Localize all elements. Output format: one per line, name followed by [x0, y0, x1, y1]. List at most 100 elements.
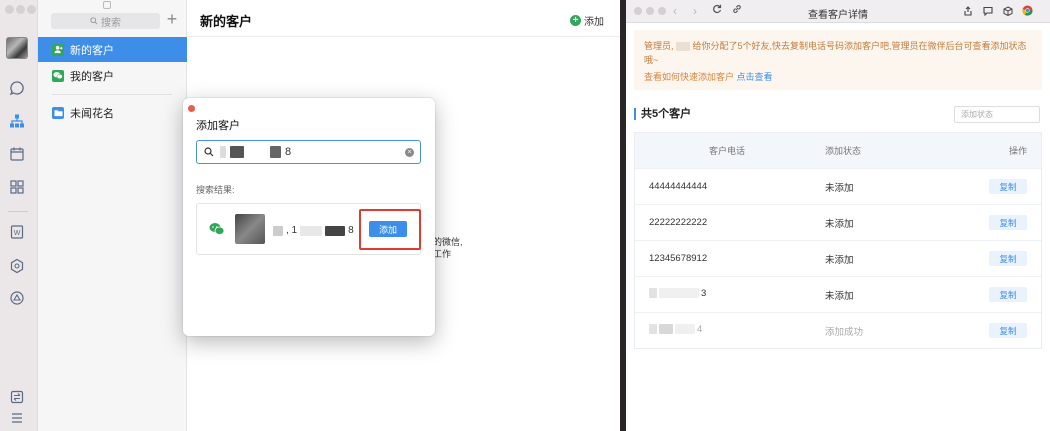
- transfer-icon[interactable]: [9, 389, 25, 405]
- menu-icon[interactable]: [9, 410, 25, 426]
- masked-text: [300, 225, 323, 236]
- add-customer-button[interactable]: + 添加: [570, 13, 604, 28]
- result-name-part: 8: [348, 225, 354, 236]
- phone-search-input[interactable]: 8 ×: [196, 140, 421, 164]
- copy-button[interactable]: 复制: [989, 287, 1027, 302]
- column-header: 客户电话: [709, 146, 746, 156]
- notice-text: 给你分配了5个好友,快去复制电话号码添加客户吧,管理员在微伴后台可查看添加状态哦…: [644, 41, 1027, 65]
- customer-detail-window: ‹ › 查看客户详情 管理员, 给你分配了5个好友,快去复制电话号码添加客户吧,…: [626, 0, 1050, 431]
- masked-text: [270, 146, 281, 158]
- column-header: 操作: [1008, 146, 1027, 156]
- sidebar-item-label: 未闻花名: [70, 107, 114, 120]
- customer-count: 共5个客户: [634, 108, 691, 120]
- masked-text: [220, 146, 226, 158]
- masked-text: [273, 225, 283, 236]
- status-cell: 未添加: [825, 218, 854, 230]
- share-icon[interactable]: [962, 5, 973, 16]
- sidebar-divider: [52, 94, 172, 95]
- sidebar-item-label: 新的客户: [70, 44, 114, 57]
- wechat-icon: [209, 223, 225, 235]
- result-name: , 1 8: [273, 225, 354, 236]
- status-filter-select[interactable]: 添加状态: [954, 106, 1040, 123]
- phone-suffix: 4: [697, 323, 703, 335]
- phone-cell: 4: [635, 324, 801, 338]
- phone-suffix: 3: [701, 287, 707, 299]
- copy-button[interactable]: 复制: [989, 215, 1027, 230]
- wechat-icon: [52, 69, 64, 82]
- svg-text:W: W: [14, 230, 21, 237]
- table-row: 3 未添加 复制: [635, 276, 1041, 312]
- sidebar-item-new-customers[interactable]: 新的客户: [38, 37, 187, 62]
- result-avatar: [235, 214, 265, 244]
- chat-icon[interactable]: [9, 80, 25, 96]
- dialog-title: 添加客户: [196, 120, 240, 132]
- table-row: 4 添加成功 复制: [635, 312, 1041, 348]
- notice-prefix: 管理员,: [644, 41, 674, 51]
- notice-help-text: 查看如何快速添加客户: [644, 72, 735, 82]
- search-placeholder: 搜索: [101, 17, 121, 29]
- hint-line-1: 的微信,: [433, 237, 463, 247]
- search-icon: [90, 17, 98, 25]
- wecom-window: W 搜索 + 新的客户 我的客户 未闻花名 新的客户 + 添加 的微信, 工作 …: [0, 0, 620, 431]
- chrome-icon[interactable]: [1022, 5, 1033, 16]
- notice-help: 查看如何快速添加客户 点击查看: [644, 70, 1032, 84]
- add-button[interactable]: 添加: [369, 221, 407, 237]
- status-cell: 未添加: [825, 254, 854, 266]
- add-customer-label: 添加: [584, 17, 604, 28]
- dialog-close-button[interactable]: [188, 105, 195, 112]
- title-bar: ‹ › 查看客户详情: [626, 0, 1050, 23]
- status-cell: 添加成功: [825, 326, 864, 338]
- calendar-icon[interactable]: [9, 146, 25, 162]
- results-label: 搜索结果:: [196, 185, 235, 195]
- avatar[interactable]: [6, 37, 28, 59]
- table-row: 12345678912 未添加 复制: [635, 240, 1041, 276]
- search-input[interactable]: 搜索: [51, 13, 160, 29]
- copy-button[interactable]: 复制: [989, 251, 1027, 266]
- result-name-part: , 1: [286, 225, 298, 236]
- icon-rail: W: [0, 0, 38, 431]
- status-cell: 未添加: [825, 290, 854, 302]
- main-header: 新的客户 + 添加: [187, 0, 620, 37]
- notice-banner: 管理员, 给你分配了5个好友,快去复制电话号码添加客户吧,管理员在微伴后台可查看…: [634, 30, 1042, 90]
- masked-text: [325, 225, 346, 236]
- folder-icon: [52, 106, 64, 119]
- phone-cell: 44444444444: [649, 181, 708, 192]
- notice-message: 管理员, 给你分配了5个好友,快去复制电话号码添加客户吧,管理员在微伴后台可查看…: [644, 39, 1032, 67]
- add-customer-dialog: 添加客户 8 × 搜索结果: , 1 8 添加: [183, 98, 435, 336]
- window-control-minimize[interactable]: [16, 5, 25, 14]
- hint-text: 的微信, 工作: [433, 236, 463, 260]
- copy-button[interactable]: 复制: [989, 323, 1027, 338]
- clear-icon[interactable]: ×: [405, 148, 414, 157]
- cloud-icon[interactable]: [9, 290, 25, 306]
- document-icon[interactable]: W: [9, 224, 25, 240]
- copy-button[interactable]: 复制: [989, 179, 1027, 194]
- table-row: 44444444444 未添加 复制: [635, 168, 1041, 204]
- masked-text: [230, 146, 244, 158]
- add-plus-button[interactable]: +: [164, 10, 180, 30]
- masked-text: [676, 42, 691, 52]
- hint-line-2: 工作: [433, 249, 452, 259]
- window-mini-icon: [103, 1, 111, 9]
- workbench-icon[interactable]: [9, 179, 25, 195]
- table-header: 客户电话 添加状态 操作: [635, 133, 1041, 168]
- drive-icon[interactable]: [9, 258, 25, 274]
- phone-cell: 22222222222: [649, 217, 708, 228]
- phone-cell: 3: [635, 288, 801, 302]
- status-cell: 未添加: [825, 182, 854, 194]
- column-header: 添加状态: [825, 146, 862, 156]
- window-control-close[interactable]: [5, 5, 14, 14]
- view-link[interactable]: 点击查看: [737, 72, 773, 82]
- message-icon[interactable]: [982, 5, 993, 16]
- sidebar-item-my-customers[interactable]: 我的客户: [38, 63, 187, 88]
- sidebar-item-label: 我的客户: [70, 70, 114, 83]
- customer-table: 客户电话 添加状态 操作 44444444444 未添加 复制 22222222…: [634, 132, 1042, 349]
- rail-divider: [8, 211, 28, 212]
- contacts-icon[interactable]: [9, 113, 25, 129]
- page-title: 新的客户: [200, 14, 253, 29]
- window-control-zoom[interactable]: [27, 5, 36, 14]
- box-icon[interactable]: [1002, 5, 1013, 16]
- sidebar-item-folder[interactable]: 未闻花名: [38, 100, 187, 125]
- search-value-suffix: 8: [285, 146, 292, 158]
- phone-search-value: 8: [220, 146, 291, 158]
- plus-circle-icon: +: [570, 15, 581, 26]
